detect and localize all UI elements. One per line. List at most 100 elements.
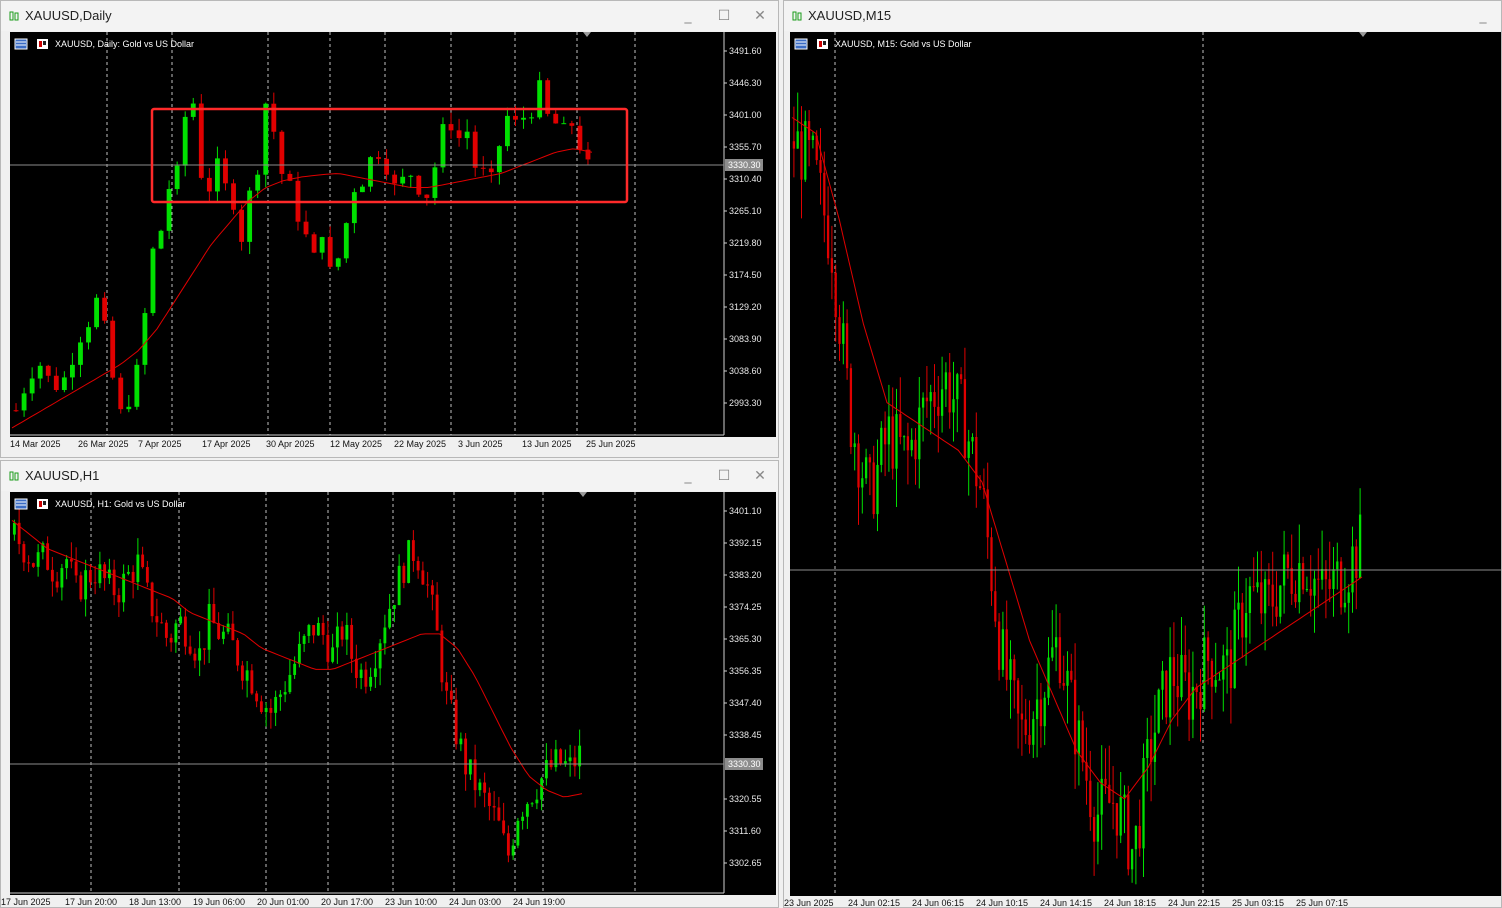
candle — [982, 468, 986, 499]
candle — [93, 565, 97, 595]
daily-titlebar[interactable]: XAUUSD,Daily _ ☐ ✕ — [1, 1, 778, 31]
price-label: 3392.15 — [729, 538, 762, 548]
candle — [473, 744, 477, 808]
candle — [351, 188, 357, 234]
candle — [1161, 660, 1164, 720]
m15-chart-area[interactable]: XAUUSD, M15: Gold vs US Dollar — [790, 32, 1501, 896]
price-label: 2993.30 — [729, 398, 762, 408]
candle — [525, 802, 529, 829]
candle — [400, 168, 406, 187]
candle — [430, 579, 434, 611]
candle — [1298, 524, 1301, 614]
candle — [975, 412, 978, 508]
candle — [1130, 848, 1134, 883]
m15-titlebar[interactable]: XAUUSD,M15 _ — [784, 1, 1501, 31]
candle — [136, 538, 140, 591]
candle — [316, 617, 320, 636]
candle — [269, 698, 273, 729]
candle — [297, 631, 301, 668]
time-label: 22 May 2025 — [394, 439, 447, 449]
h1-chart-area[interactable]: 3401.10 3392.15 3383.20 3374.25 3365.30 3356.… — [10, 492, 776, 895]
candle — [274, 690, 278, 726]
candle — [925, 366, 929, 418]
time-label: 3 Jun 2025 — [458, 439, 503, 449]
candle — [978, 475, 982, 490]
shift-marker[interactable] — [1359, 32, 1367, 37]
candle — [1009, 640, 1012, 719]
candle — [55, 571, 59, 593]
close-button[interactable]: ✕ — [742, 1, 778, 31]
candle — [487, 787, 491, 821]
candle — [392, 170, 398, 196]
candle — [521, 811, 525, 830]
candle — [226, 613, 230, 635]
candle — [1081, 711, 1084, 772]
candle — [1146, 717, 1149, 792]
candle — [1206, 631, 1210, 685]
time-label: 19 Jun 06:00 — [193, 897, 246, 907]
candle — [288, 659, 292, 694]
candle — [1020, 684, 1024, 756]
candle — [432, 162, 438, 205]
candle — [46, 536, 50, 571]
candle — [421, 561, 425, 585]
candle — [929, 384, 932, 435]
candle — [1024, 698, 1027, 744]
candle — [103, 561, 107, 591]
minimize-button[interactable]: _ — [1465, 1, 1501, 31]
minimize-button[interactable]: _ — [670, 461, 706, 491]
close-button[interactable]: ✕ — [742, 461, 778, 491]
candle — [845, 309, 849, 380]
candle — [271, 92, 277, 140]
candle — [1062, 655, 1065, 691]
chart-symbol-label: XAUUSD, Daily: Gold vs US Dollar — [55, 39, 194, 49]
candle — [819, 128, 822, 205]
candle — [1070, 653, 1073, 683]
candle — [1051, 610, 1054, 662]
m15-window[interactable]: XAUUSD,M15 _ XAUUSD, M15: Gold vs US Dol… — [783, 0, 1502, 908]
candle — [1035, 663, 1039, 758]
candle — [1222, 644, 1225, 712]
chart-symbol-label: XAUUSD, H1: Gold vs US Dollar — [55, 499, 186, 509]
candle — [231, 611, 235, 641]
shift-marker[interactable] — [583, 32, 591, 37]
candle — [179, 607, 183, 626]
candle — [1248, 576, 1252, 644]
candle — [311, 232, 317, 254]
candle — [407, 539, 411, 584]
daily-window[interactable]: XAUUSD,Daily _ ☐ ✕ 3491.60 3446.30 3401.00… — [0, 0, 779, 458]
candle — [164, 619, 168, 647]
candle — [568, 744, 572, 777]
maximize-button[interactable]: ☐ — [706, 1, 742, 31]
candle — [36, 544, 40, 577]
price-label: 3302.65 — [729, 858, 762, 868]
candle — [37, 362, 43, 389]
candle — [408, 174, 414, 189]
candle — [948, 352, 951, 429]
maximize-button[interactable]: ☐ — [706, 461, 742, 491]
candle — [1054, 604, 1058, 672]
candle — [561, 116, 567, 125]
candle — [264, 702, 268, 727]
candle — [1157, 688, 1160, 734]
candle — [107, 558, 111, 585]
candle — [1001, 611, 1005, 677]
time-label: 17 Jun 2025 — [1, 897, 51, 907]
candle — [397, 554, 401, 606]
candle — [388, 593, 392, 630]
candle — [849, 363, 853, 455]
h1-titlebar[interactable]: XAUUSD,H1 _ ☐ ✕ — [1, 461, 778, 491]
daily-chart-area[interactable]: 3491.60 3446.30 3401.00 3355.70 3310.40 3265.… — [10, 32, 776, 437]
candle — [1111, 766, 1115, 830]
candle — [1324, 560, 1328, 619]
candle — [94, 294, 99, 330]
candle — [1313, 570, 1316, 633]
candle — [435, 582, 439, 631]
price-label: 3491.60 — [729, 46, 762, 56]
time-label: 30 Apr 2025 — [266, 439, 315, 449]
minimize-button[interactable]: _ — [670, 1, 706, 31]
candle — [986, 462, 989, 559]
h1-window[interactable]: XAUUSD,H1 _ ☐ ✕ 3401.10 3392.15 3383.20 337… — [0, 460, 779, 908]
shift-marker[interactable] — [579, 492, 587, 497]
candle — [804, 110, 807, 182]
